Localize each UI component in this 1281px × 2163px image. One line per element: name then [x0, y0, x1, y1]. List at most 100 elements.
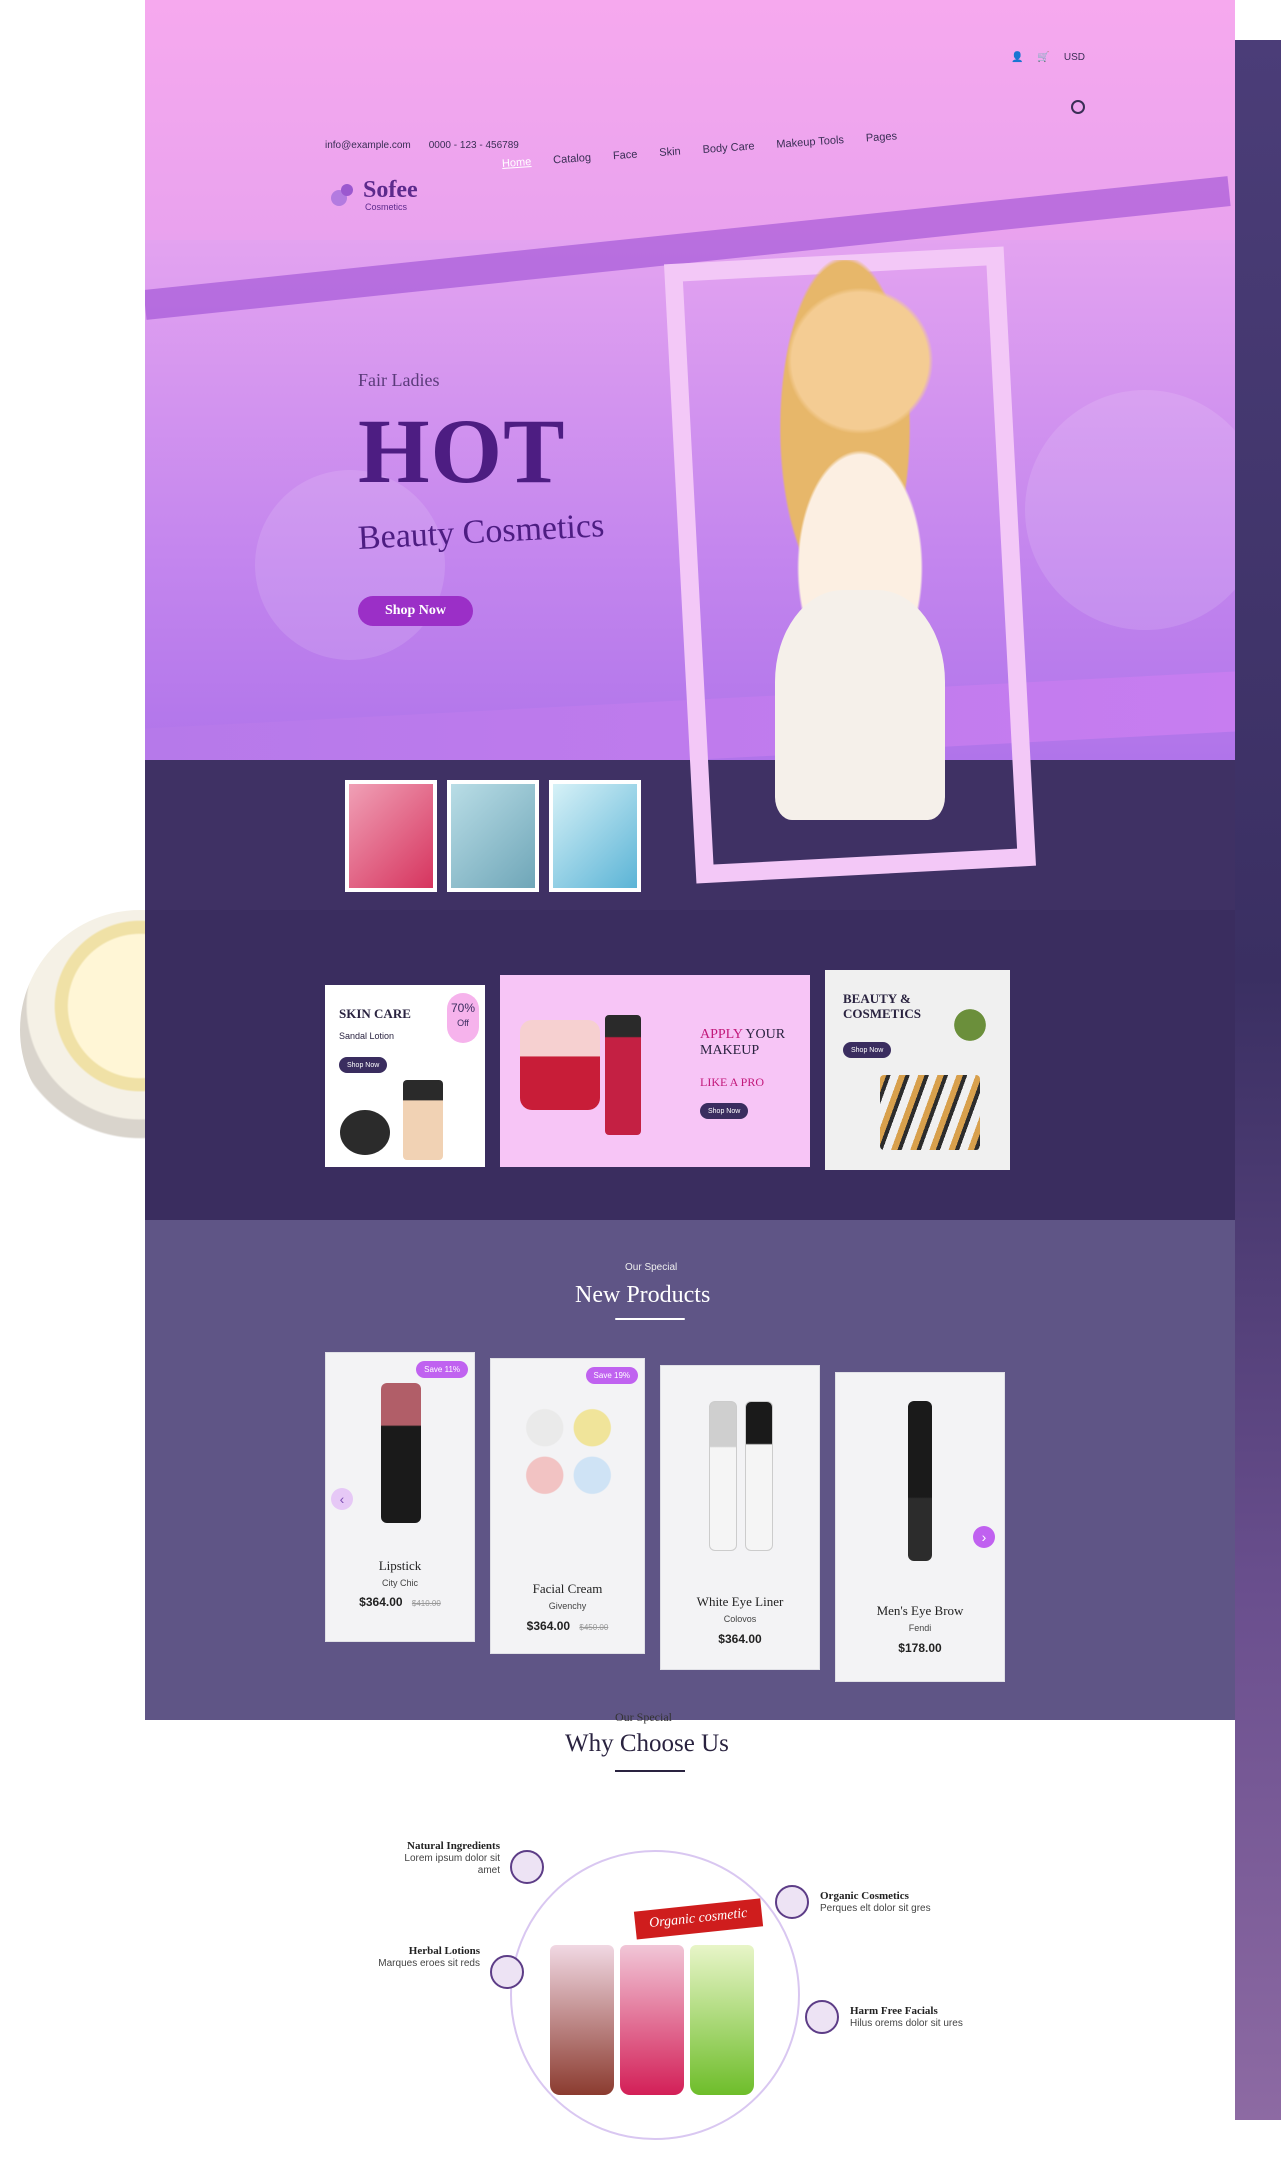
- foundation-bottle-image: [403, 1080, 443, 1160]
- leaf-icon: [510, 1850, 544, 1884]
- price-current: $178.00: [898, 1641, 942, 1655]
- eyebrow-wand-image: [908, 1401, 932, 1561]
- product-name: White Eye Liner: [696, 1594, 784, 1609]
- nav-makeup-tools[interactable]: Makeup Tools: [776, 134, 844, 151]
- promo-skin-care[interactable]: SKIN CARE Sandal Lotion 70% Off Shop Now: [325, 985, 485, 1167]
- hero-bottom-band: [145, 760, 1235, 910]
- cart-icon[interactable]: 🛒: [1037, 52, 1049, 63]
- title-divider: [615, 1318, 685, 1320]
- save-badge: Save 19%: [585, 1367, 638, 1384]
- promo-line-pro: LIKE A PRO: [700, 1075, 765, 1089]
- cream-pots-image: [521, 1404, 616, 1499]
- email-text[interactable]: info@example.com: [325, 140, 411, 151]
- plant-image: [945, 995, 995, 1055]
- discount-value: 70%: [450, 1001, 476, 1015]
- promo-title: BEAUTY & COSMETICS: [843, 991, 922, 1022]
- discount-label: Off: [457, 1018, 469, 1028]
- promo-line-apply: APPLY: [700, 1027, 743, 1042]
- promo-shop-button[interactable]: Shop Now: [700, 1103, 749, 1119]
- logo-leaf-icon: [331, 184, 353, 206]
- organic-icon: [775, 1885, 809, 1919]
- feature-organic: Organic Cosmetics Perques elt dolor sit …: [820, 1890, 980, 1914]
- thumbnail-3[interactable]: [549, 780, 641, 892]
- product-card-facial-cream[interactable]: Save 19% Facial Cream Givenchy $364.00 $…: [490, 1358, 645, 1654]
- carousel-next-arrow[interactable]: ›: [973, 1526, 995, 1548]
- feature-desc: Marques eroes sit reds: [378, 1958, 480, 1969]
- product-brand: Colovos: [723, 1614, 757, 1624]
- search-icon[interactable]: [1071, 100, 1085, 114]
- promo-subtitle: Sandal Lotion: [339, 1031, 395, 1041]
- nav-skin[interactable]: Skin: [659, 146, 681, 159]
- logo-subtitle: Cosmetics: [365, 202, 408, 212]
- promo-beauty-cosmetics[interactable]: BEAUTY & COSMETICS Shop Now: [825, 970, 1010, 1170]
- body-scrub-tube-2: [620, 1945, 684, 2095]
- product-name: Facial Cream: [532, 1581, 603, 1596]
- nav-pages[interactable]: Pages: [865, 130, 897, 144]
- lotion-icon: [490, 1955, 524, 1989]
- price-old: $450.00: [579, 1623, 609, 1632]
- creamy-jar-image: [520, 1020, 600, 1110]
- product-price: $364.00 $450.00: [491, 1619, 644, 1633]
- product-price: $364.00 $410.00: [326, 1595, 474, 1609]
- nav-body-care[interactable]: Body Care: [702, 140, 755, 156]
- phone-text[interactable]: 0000 - 123 - 456789: [429, 140, 519, 151]
- user-icon[interactable]: 👤: [1011, 52, 1023, 63]
- discount-badge: 70% Off: [447, 993, 479, 1043]
- price-current: $364.00: [526, 1619, 571, 1633]
- feature-desc: Hilus orems dolor sit ures: [850, 2018, 963, 2029]
- save-badge: Save 11%: [416, 1361, 468, 1378]
- promo-shop-button[interactable]: Shop Now: [843, 1042, 892, 1058]
- product-price: $178.00: [836, 1641, 1004, 1655]
- why-divider: [615, 1770, 685, 1772]
- nav-face[interactable]: Face: [613, 149, 638, 163]
- feature-title: Harm Free Facials: [850, 2005, 938, 2017]
- logo[interactable]: Sofee Cosmetics: [327, 178, 418, 212]
- nav-catalog[interactable]: Catalog: [553, 152, 592, 167]
- promo-title-line2: COSMETICS: [843, 1005, 922, 1021]
- promo-title: SKIN CARE: [339, 1006, 411, 1021]
- product-brand: Givenchy: [548, 1601, 587, 1611]
- lipstick-image: [381, 1383, 421, 1523]
- thumbnail-2[interactable]: [447, 780, 539, 892]
- why-kicker: Our Special: [615, 1710, 672, 1724]
- logo-name: Sofee: [363, 177, 418, 203]
- promo-headline: APPLY YOUR MAKEUP: [700, 1027, 785, 1059]
- currency-select[interactable]: USD: [1064, 52, 1085, 63]
- hero-thumbnails: [345, 780, 641, 892]
- hero-kicker: Fair Ladies: [358, 370, 440, 390]
- brush-set-image: [880, 1075, 980, 1150]
- facial-icon: [805, 2000, 839, 2034]
- product-name: Men's Eye Brow: [876, 1603, 964, 1618]
- feature-herbal: Herbal Lotions Marques eroes sit reds: [360, 1945, 480, 1969]
- carousel-prev-arrow[interactable]: ‹: [331, 1488, 353, 1510]
- product-brand: Fendi: [908, 1623, 932, 1633]
- promo-line-makeup: MAKEUP: [700, 1043, 760, 1059]
- thumbnail-1[interactable]: [345, 780, 437, 892]
- body-scrub-tube-1: [550, 1945, 614, 2095]
- feature-desc: Perques elt dolor sit gres: [820, 1903, 931, 1914]
- feature-desc: Lorem ipsum dolor sit amet: [404, 1853, 500, 1876]
- promo-apply-makeup[interactable]: APPLY YOUR MAKEUP LIKE A PRO Shop Now: [500, 975, 810, 1167]
- new-products-title: New Products: [575, 1282, 711, 1308]
- makeup-sponge-image: [340, 1110, 390, 1155]
- hero-shop-button[interactable]: Shop Now: [358, 596, 473, 626]
- price-current: $364.00: [359, 1595, 403, 1609]
- promo-title-line1: BEAUTY &: [843, 991, 911, 1006]
- website-preview: 👤 🛒 USD info@example.com 0000 - 123 - 45…: [145, 0, 1235, 2163]
- header-utilities: 👤 🛒 USD: [1011, 52, 1085, 63]
- hero-model-dress: [775, 590, 945, 820]
- page-3d-edge: [1235, 40, 1281, 2120]
- product-name: Lipstick: [378, 1558, 422, 1573]
- promo-line-your: YOUR: [745, 1027, 786, 1042]
- product-brand: City Chic: [381, 1578, 418, 1588]
- feature-harm-free: Harm Free Facials Hilus orems dolor sit …: [850, 2005, 1010, 2029]
- main-nav: Home Catalog Face Skin Body Care Makeup …: [502, 130, 898, 170]
- nav-home[interactable]: Home: [502, 156, 532, 170]
- product-card-eye-liner[interactable]: White Eye Liner Colovos $364.00: [660, 1365, 820, 1670]
- promo-shop-button[interactable]: Shop Now: [339, 1057, 388, 1073]
- contact-bar: info@example.com 0000 - 123 - 456789: [325, 140, 519, 151]
- product-price: $364.00: [661, 1632, 819, 1646]
- hero-headline: HOT: [358, 400, 566, 502]
- price-current: $364.00: [718, 1632, 762, 1646]
- feature-title: Organic Cosmetics: [820, 1890, 909, 1902]
